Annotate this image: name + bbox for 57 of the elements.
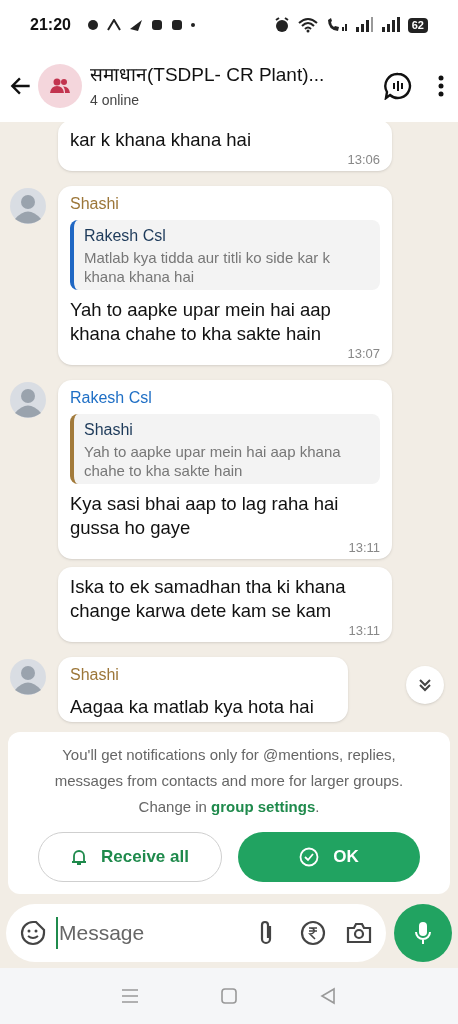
sender-name: Shashi (70, 194, 120, 214)
sticker-icon[interactable] (20, 920, 46, 946)
message-time: 13:06 (347, 152, 380, 168)
avatar (10, 382, 46, 418)
notification-text: You'll get notifications only for @mentions, replies, messages from contacts and more for larger groups. Change in group settings. (53, 745, 405, 817)
message-bubble[interactable]: Rakesh Csl Shashi Yah to aapke upar mein hai aap khana chahe to kha sakte hain Kya sasi bhai aap to lag raha hai gussa ho gaye 13:11 (58, 380, 392, 559)
microphone-button[interactable] (394, 904, 452, 962)
status-time: 21:20 (30, 15, 71, 35)
message-text: Yah to aapke upar mein hai aap khana chahe to kha sakte hain (70, 298, 332, 346)
avatar (10, 659, 46, 695)
message-text: Kya sasi bhai aap to lag raha hai gussa ho gaye (70, 492, 340, 540)
bell-icon (71, 848, 88, 866)
message-time: 13:07 (347, 346, 380, 362)
home-icon[interactable] (220, 987, 238, 1005)
dot-icon (190, 23, 195, 27)
group-icon (50, 78, 70, 94)
quoted-message[interactable]: Rakesh Csl Matlab kya tidda aur titli ko side kar k khana khana hai (70, 220, 380, 290)
more-options-icon[interactable] (438, 75, 444, 97)
message-time: 13:11 (348, 540, 380, 556)
battery-level: 62 (407, 17, 428, 33)
rupee-icon[interactable] (300, 920, 326, 946)
message-bubble[interactable]: Shashi Aagaa ka matlab kya hota hai (58, 657, 348, 722)
group-avatar[interactable] (38, 64, 82, 108)
message-bubble[interactable]: Iska to ek samadhan tha ki khana change karwa dete kam se kam 13:11 (58, 567, 392, 642)
scroll-down-button[interactable] (406, 666, 444, 704)
message-text: Aagaa ka matlab kya hota hai (70, 695, 315, 719)
quoted-sender: Rakesh Csl (84, 226, 167, 246)
alarm-icon (273, 17, 290, 33)
avatar (10, 188, 46, 224)
message-time: 13:11 (348, 623, 380, 639)
microphone-icon (414, 921, 432, 945)
quoted-text: Yah to aapke upar mein hai aap khana chahe to kha sakte hain (84, 442, 342, 480)
sender-name: Shashi (70, 665, 120, 685)
receive-all-button[interactable]: Receive all (38, 832, 222, 882)
sender-name: Rakesh Csl (70, 388, 153, 408)
double-chevron-icon (417, 677, 433, 693)
message-input[interactable]: Message (56, 917, 238, 949)
signal-icon (381, 17, 400, 33)
message-text: Iska to ek samadhan tha ki khana change karwa dete kam se kam (70, 575, 347, 623)
camera-icon[interactable] (346, 921, 372, 945)
quoted-sender: Shashi (84, 420, 134, 440)
message-bubble[interactable]: Shashi Rakesh Csl Matlab kya tidda aur titli ko side kar k khana khana hai Yah to aapke upar mein hai aap khana chahe to kha sakte hain 13:07 (58, 186, 392, 365)
signal-icon (355, 17, 374, 33)
message-text: kar k khana khana hai (70, 128, 252, 152)
message-bubble[interactable]: kar k khana khana hai 13:06 (58, 122, 392, 171)
voice-chat-icon[interactable] (384, 72, 412, 100)
online-count: 4 online (90, 90, 141, 110)
quoted-message[interactable]: Shashi Yah to aapke upar mein hai aap khana chahe to kha sakte hain (70, 414, 380, 484)
wifi-icon (297, 17, 318, 33)
chat-title[interactable]: समाधान(TSDPL- CR Plant)... (90, 61, 376, 90)
check-circle-icon (299, 847, 320, 867)
caret-icon (106, 19, 121, 31)
back-icon[interactable] (319, 987, 338, 1005)
message-field[interactable]: Message (6, 904, 386, 962)
call-signal-icon (325, 17, 348, 33)
quoted-text: Matlab kya tidda aur titli ko side kar k khana khana hai (84, 248, 331, 286)
send-icon (128, 19, 143, 31)
